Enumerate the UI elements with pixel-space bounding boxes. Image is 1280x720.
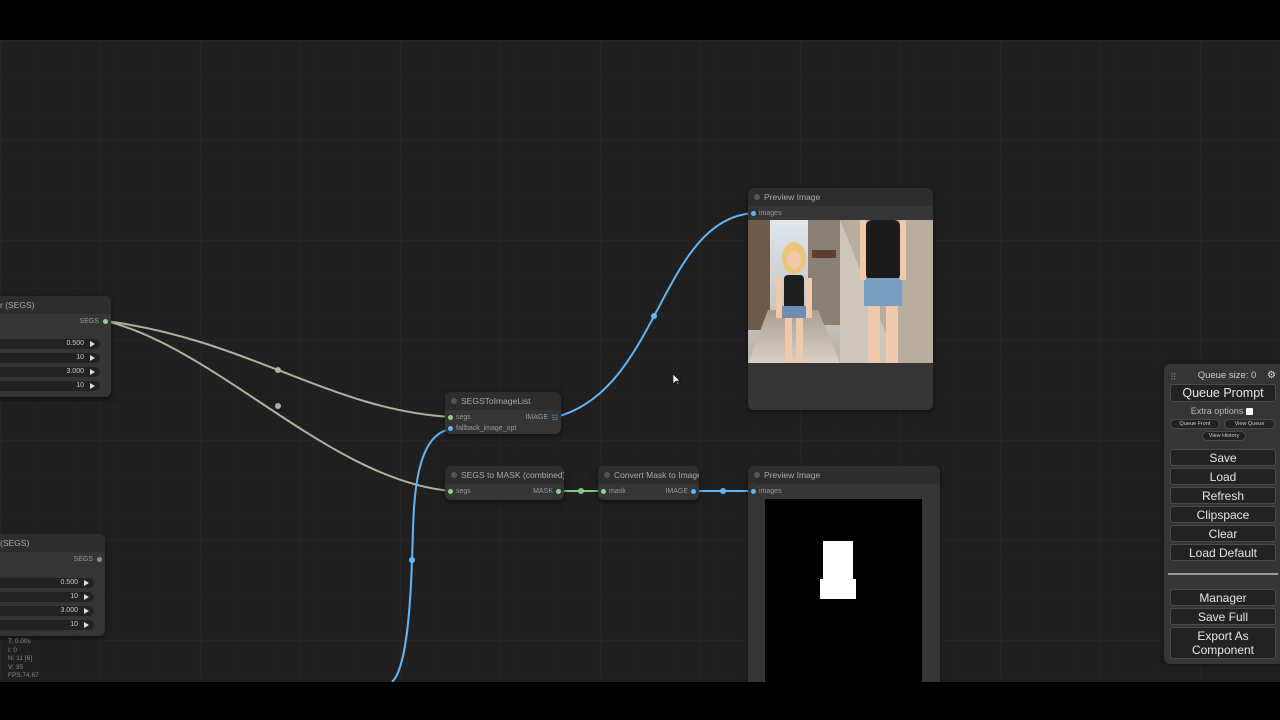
number-widget[interactable]: 0.500: [0, 339, 100, 349]
increment-arrow-icon[interactable]: [84, 608, 89, 614]
manager-button[interactable]: Manager: [1170, 589, 1276, 606]
node-title: (SEGS): [0, 534, 105, 552]
render-stats: T: 0.00s I: 0 N: 11 [6] V: 35 FPS:74.67: [8, 638, 39, 679]
collapse-dot-icon[interactable]: [451, 472, 457, 478]
queue-menu-panel: ⠿ Queue size: 0 ⚙ Queue Prompt Extra opt…: [1164, 364, 1280, 664]
list-output-icon[interactable]: ☷: [552, 414, 558, 422]
input-slot-label: images: [759, 488, 782, 495]
detailer-node-b[interactable]: (SEGS) SEGS 0.500 10 3.000 10: [0, 534, 105, 636]
image-link-fallback: [391, 428, 452, 682]
number-widget[interactable]: 10: [0, 381, 100, 391]
input-slot-label: fallback_image_opt: [456, 425, 517, 432]
node-title: Convert Mask to Image: [598, 466, 699, 484]
increment-arrow-icon[interactable]: [84, 594, 89, 600]
detailer-node-a[interactable]: r (SEGS) SEGS 0.500 10 3.000 10: [0, 296, 111, 397]
load-button[interactable]: Load: [1170, 468, 1276, 485]
output-slot-label: IMAGE: [665, 488, 688, 495]
number-widget[interactable]: 3.000: [0, 367, 100, 377]
input-slot-label: segs: [456, 488, 471, 495]
mouse-cursor-icon: [673, 374, 681, 386]
input-pin[interactable]: [448, 426, 453, 431]
input-slot-label: images: [759, 210, 782, 217]
increment-arrow-icon[interactable]: [90, 355, 95, 361]
street-photo-preview: [748, 220, 933, 363]
segs-to-image-list-node[interactable]: SEGSToImageList segs fallback_image_opt …: [445, 392, 561, 434]
output-slot-label: IMAGE: [525, 414, 548, 421]
save-full-button[interactable]: Save Full: [1170, 608, 1276, 625]
node-title: r (SEGS): [0, 296, 111, 314]
extra-options-row: Extra options: [1164, 406, 1280, 416]
menu-divider: [1168, 573, 1278, 575]
extra-options-label: Extra options: [1190, 406, 1244, 416]
preview-image-node-top[interactable]: Preview Image images: [748, 188, 933, 410]
output-slot-label: MASK: [533, 488, 553, 495]
link-midpoint: [275, 403, 281, 409]
increment-arrow-icon[interactable]: [84, 580, 89, 586]
view-queue-button[interactable]: View Queue: [1224, 419, 1275, 429]
increment-arrow-icon[interactable]: [90, 341, 95, 347]
link-midpoint: [578, 488, 584, 494]
letterbox-top: [0, 0, 1280, 40]
link-midpoint: [651, 313, 657, 319]
clear-button[interactable]: Clear: [1170, 525, 1276, 542]
letterbox-bottom: [0, 682, 1280, 720]
save-button[interactable]: Save: [1170, 449, 1276, 466]
link-midpoint: [720, 488, 726, 494]
node-title: Preview Image: [748, 188, 933, 206]
view-history-button[interactable]: View History: [1202, 431, 1246, 441]
output-pin[interactable]: [556, 489, 561, 494]
input-pin[interactable]: [601, 489, 606, 494]
queue-prompt-button[interactable]: Queue Prompt: [1170, 384, 1276, 402]
number-widget[interactable]: 3.000: [0, 606, 94, 616]
collapse-dot-icon[interactable]: [604, 472, 610, 478]
refresh-button[interactable]: Refresh: [1170, 487, 1276, 504]
output-pin[interactable]: [97, 557, 102, 562]
increment-arrow-icon[interactable]: [84, 622, 89, 628]
number-widget[interactable]: 10: [0, 592, 94, 602]
input-slot-label: segs: [456, 414, 471, 421]
clipspace-button[interactable]: Clipspace: [1170, 506, 1276, 523]
link-midpoint: [409, 557, 415, 563]
mask-shape-lower: [820, 579, 856, 599]
queue-front-button[interactable]: Queue Front: [1170, 419, 1220, 429]
preview-image-node-bottom[interactable]: Preview Image images: [748, 466, 940, 682]
increment-arrow-icon[interactable]: [90, 383, 95, 389]
link-midpoint: [275, 367, 281, 373]
node-title: SEGSToImageList: [445, 392, 561, 410]
gear-icon[interactable]: ⚙: [1267, 370, 1276, 381]
extra-options-checkbox[interactable]: [1246, 408, 1254, 416]
number-widget[interactable]: 10: [0, 620, 94, 630]
graph-canvas[interactable]: r (SEGS) SEGS 0.500 10 3.000 10 (SEGS) S…: [0, 40, 1280, 682]
output-slot-label: SEGS: [79, 318, 99, 325]
preview-image: [748, 220, 933, 363]
increment-arrow-icon[interactable]: [90, 369, 95, 375]
input-pin[interactable]: [448, 489, 453, 494]
input-slot-label: mask: [609, 488, 626, 495]
collapse-dot-icon[interactable]: [451, 398, 457, 404]
mask-shape-upper: [823, 541, 853, 581]
collapse-dot-icon[interactable]: [754, 472, 760, 478]
output-slot-label: SEGS: [73, 556, 93, 563]
segs-to-mask-node[interactable]: SEGS to MASK (combined) segs MASK: [445, 466, 564, 500]
queue-size-label: Queue size: 0: [1197, 370, 1257, 381]
mask-preview-image: [765, 499, 922, 682]
node-title: SEGS to MASK (combined): [445, 466, 564, 484]
input-pin[interactable]: [751, 489, 756, 494]
node-title: Preview Image: [748, 466, 940, 484]
collapse-dot-icon[interactable]: [754, 194, 760, 200]
output-pin[interactable]: [691, 489, 696, 494]
input-pin[interactable]: [448, 415, 453, 420]
load-default-button[interactable]: Load Default: [1170, 544, 1276, 561]
number-widget[interactable]: 0.500: [0, 578, 94, 588]
convert-mask-to-image-node[interactable]: Convert Mask to Image mask IMAGE: [598, 466, 699, 500]
input-pin[interactable]: [751, 211, 756, 216]
number-widget[interactable]: 10: [0, 353, 100, 363]
export-as-component-button[interactable]: Export As Component: [1170, 627, 1276, 659]
output-pin[interactable]: [103, 319, 108, 324]
node-links: [105, 212, 754, 682]
